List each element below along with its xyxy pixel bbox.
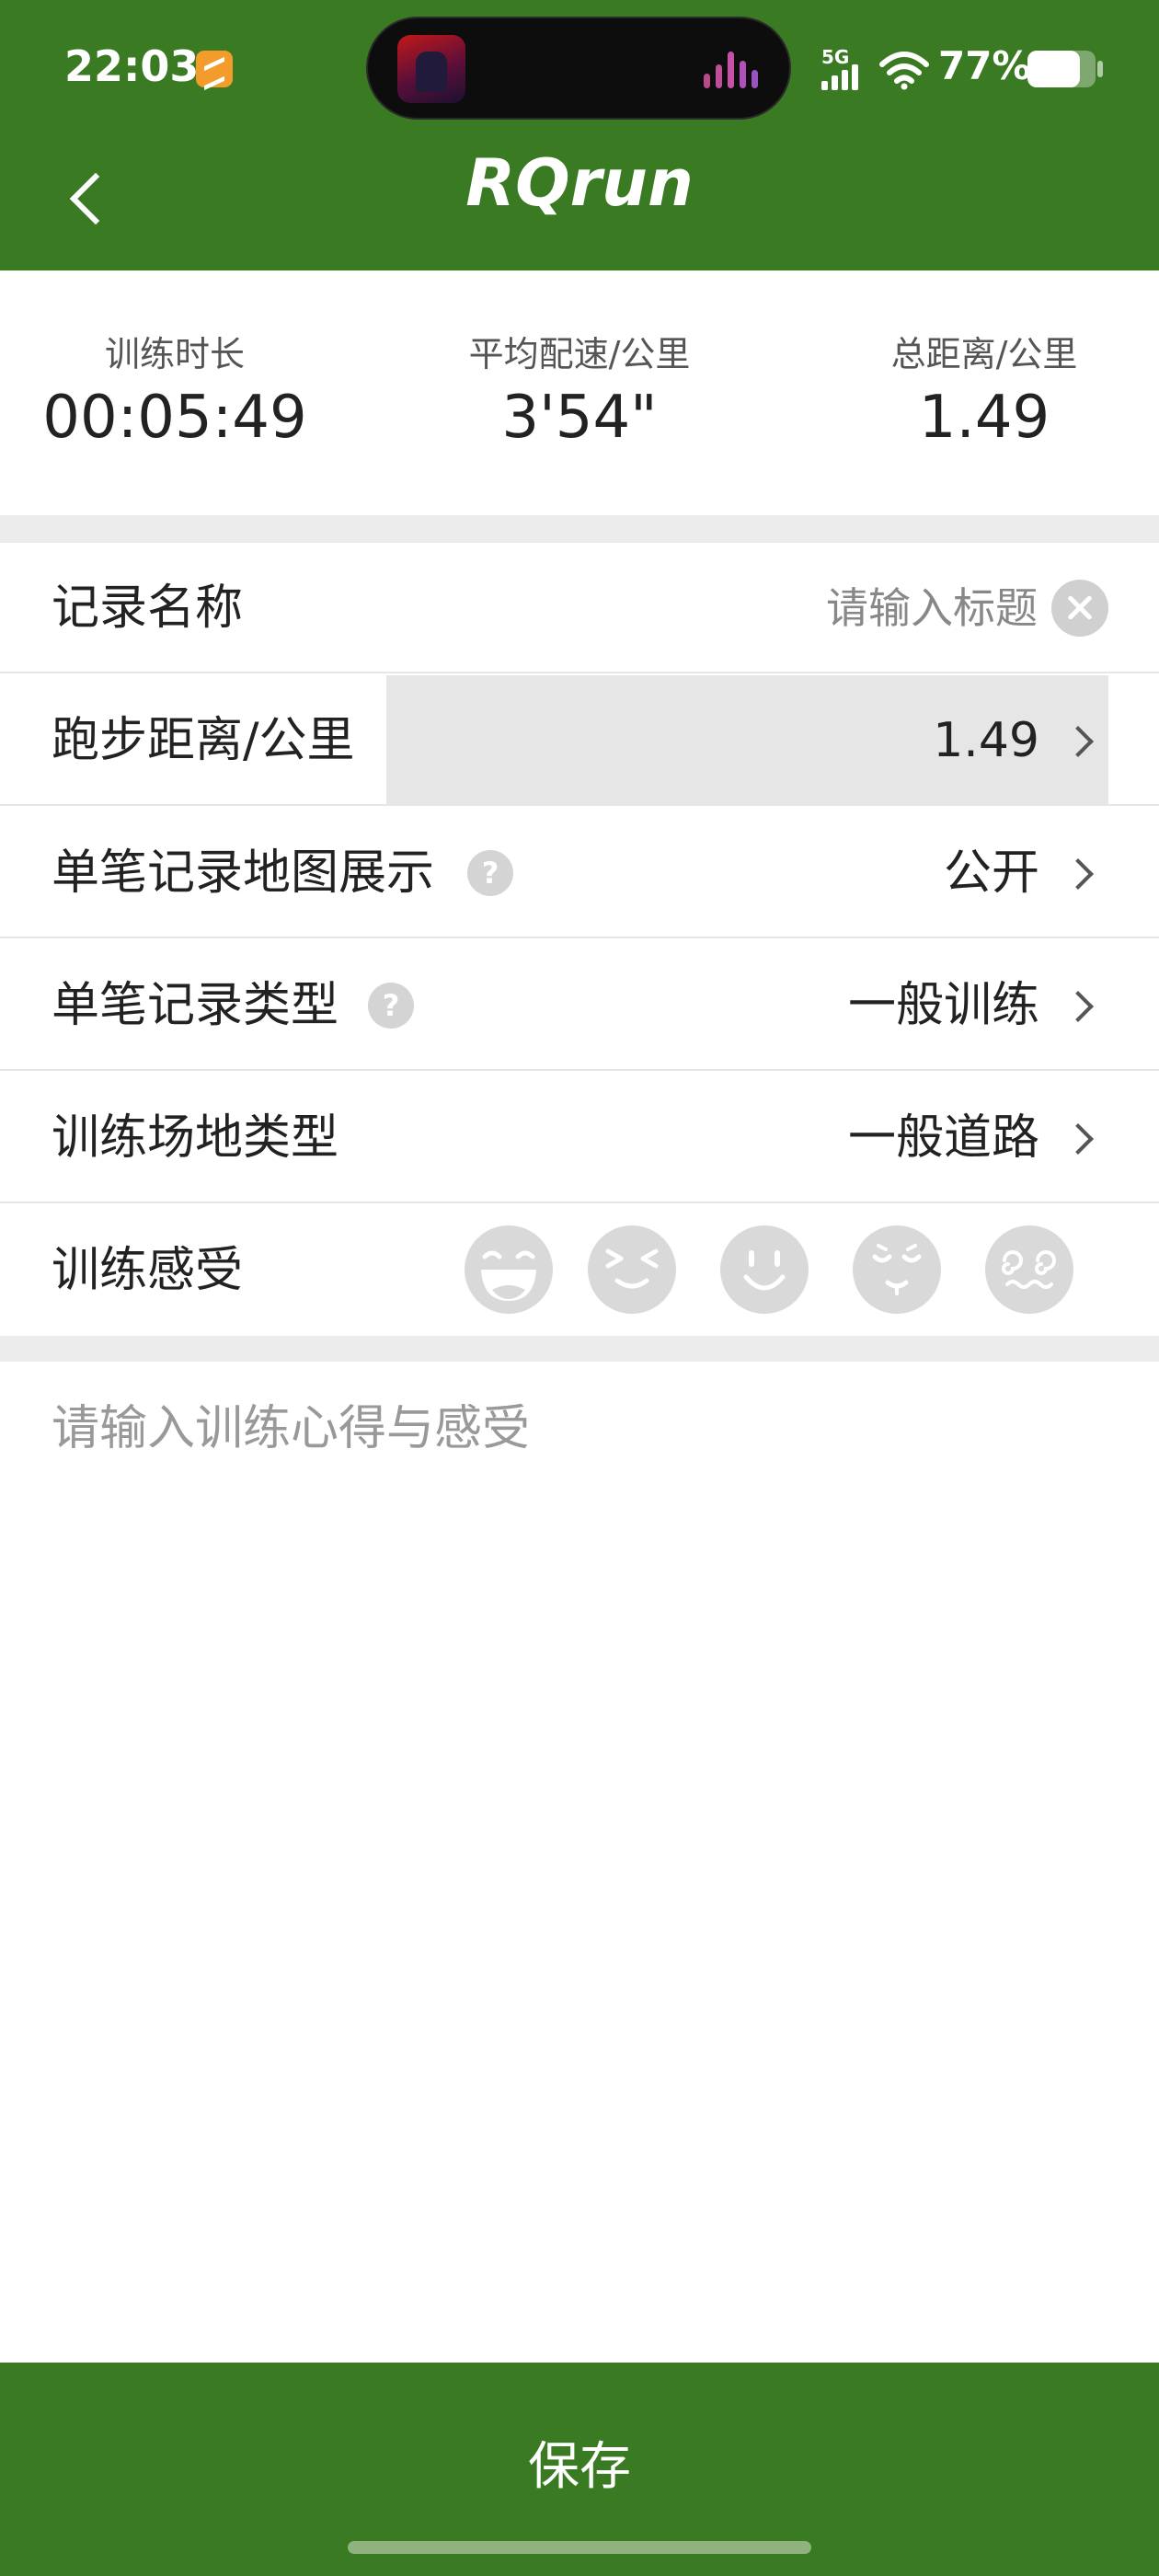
dizzy-face-icon[interactable] xyxy=(985,1225,1073,1314)
record-type-value: 一般训练 xyxy=(847,978,1039,1033)
chevron-right-icon xyxy=(1067,727,1095,754)
venue-type-label: 训练场地类型 xyxy=(52,1110,339,1166)
notes-textarea[interactable] xyxy=(52,1389,1109,1573)
save-button-label: 保存 xyxy=(528,2437,631,2497)
feeling-label: 训练感受 xyxy=(52,1243,244,1298)
record-type-label: 单笔记录类型 xyxy=(52,978,339,1033)
record-name-row: 记录名称 xyxy=(0,543,1159,673)
dynamic-island[interactable] xyxy=(366,17,791,120)
section-divider xyxy=(0,515,1159,543)
squint-face-icon[interactable] xyxy=(588,1225,676,1314)
distance-label: 跑步距离/公里 xyxy=(52,713,355,768)
stat-value: 1.49 xyxy=(918,384,1050,452)
battery-icon xyxy=(1027,51,1096,87)
run-summary: 训练时长 00:05:49 平均配速/公里 3'54" 总距离/公里 1.49 xyxy=(0,270,1159,515)
help-icon[interactable]: ? xyxy=(467,850,513,896)
distance-value: 1.49 xyxy=(933,713,1039,768)
stat-distance: 总距离/公里 1.49 xyxy=(837,326,1131,452)
record-type-row[interactable]: 单笔记录类型 ? 一般训练 xyxy=(0,940,1159,1071)
album-art-icon xyxy=(397,35,465,103)
notification-app-icon xyxy=(196,51,233,87)
chevron-right-icon xyxy=(1067,859,1095,887)
status-bar: 22:03 5G 77% xyxy=(0,0,1159,138)
map-display-label: 单笔记录地图展示 xyxy=(52,845,435,901)
venue-type-row[interactable]: 训练场地类型 一般道路 xyxy=(0,1073,1159,1203)
stat-label: 平均配速/公里 xyxy=(468,334,691,374)
status-time: 22:03 xyxy=(64,41,200,91)
signal-icon xyxy=(821,64,864,90)
venue-type-value: 一般道路 xyxy=(847,1110,1039,1166)
battery-percent: 77% xyxy=(938,43,1031,88)
audio-wave-icon xyxy=(704,52,768,88)
stat-duration: 训练时长 00:05:49 xyxy=(28,326,322,452)
app-screen: 22:03 5G 77% RQrun 训练时长 00:05:49 平均配速/公里… xyxy=(0,0,1159,2576)
stat-label: 总距离/公里 xyxy=(890,334,1078,374)
chevron-right-icon xyxy=(1067,1124,1095,1152)
worried-face-icon[interactable] xyxy=(853,1225,941,1314)
header: 22:03 5G 77% RQrun xyxy=(0,0,1159,270)
stat-value: 3'54" xyxy=(501,384,658,452)
wifi-icon xyxy=(879,52,929,90)
section-divider xyxy=(0,1336,1159,1362)
help-icon[interactable]: ? xyxy=(368,983,414,1029)
close-icon[interactable] xyxy=(1051,580,1108,637)
battery-cap xyxy=(1097,61,1103,77)
record-name-input[interactable] xyxy=(670,543,1038,673)
chevron-right-icon xyxy=(1067,992,1095,1019)
record-name-label: 记录名称 xyxy=(52,581,244,636)
laughing-face-icon[interactable] xyxy=(465,1225,553,1314)
stat-label: 训练时长 xyxy=(104,334,245,374)
stat-value: 00:05:49 xyxy=(42,384,307,452)
map-display-value: 公开 xyxy=(943,845,1039,901)
distance-row[interactable]: 跑步距离/公里 1.49 xyxy=(0,675,1159,806)
smile-face-icon[interactable] xyxy=(720,1225,809,1314)
battery-fill xyxy=(1027,51,1080,87)
map-display-row[interactable]: 单笔记录地图展示 ? 公开 xyxy=(0,808,1159,938)
page-title: RQrun xyxy=(465,145,694,221)
stat-pace: 平均配速/公里 3'54" xyxy=(432,326,727,452)
home-indicator[interactable] xyxy=(348,2541,811,2554)
